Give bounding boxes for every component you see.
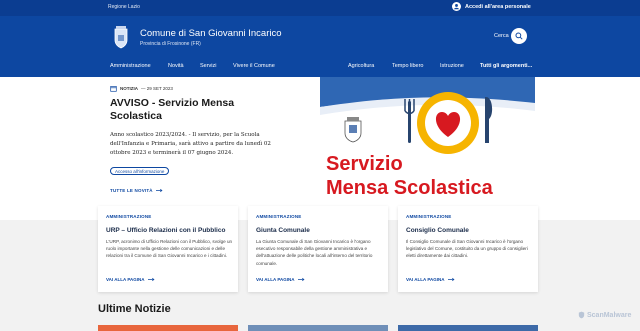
news-image[interactable]: Servizio Mensa Scolastica [320,77,535,200]
news-category: NOTIZIA [120,86,138,91]
arrow-right-icon [147,277,155,282]
card-title[interactable]: URP – Ufficio Relazioni con il Pubblico [106,227,225,234]
card-title[interactable]: Giunta Comunale [256,227,310,234]
all-news-link[interactable]: TUTTE LE NOVITÀ [110,188,163,193]
nav-all-topics[interactable]: Tutti gli argomenti... [480,63,532,69]
card-link-label: VAI ALLA PAGINA [106,277,145,282]
arrow-right-icon [155,188,163,193]
nav-tempo-libero[interactable]: Tempo libero [392,63,424,69]
news-thumbnail[interactable] [248,325,388,331]
nav-vivere-il-comune[interactable]: Vivere il Comune [233,63,275,69]
search-label: Cerca [494,33,509,39]
arrow-right-icon [297,277,305,282]
login-button[interactable]: Accedi all'area personale [452,2,531,11]
crest-icon [344,117,362,143]
login-label: Accedi all'area personale [465,3,531,10]
news-date: — 29 SET 2023 [141,86,173,91]
image-text-line1: Servizio [326,153,403,175]
card-category: AMMINISTRAZIONE [106,214,152,219]
news-thumbnail[interactable] [398,325,538,331]
nav-istruzione[interactable]: Istruzione [440,63,464,69]
search-button[interactable] [511,28,527,44]
card-link[interactable]: VAI ALLA PAGINA [256,277,305,282]
nav-agricoltura[interactable]: Agricoltura [348,63,374,69]
card-link[interactable]: VAI ALLA PAGINA [406,277,455,282]
card-text: L'URP, acronimo di Ufficio Relazioni con… [106,239,233,259]
card-text: Il Consiglio Comunale di San Giovanni In… [406,239,528,259]
site-subtitle: Provincia di Frosinone (FR) [140,41,201,47]
nav-amministrazione[interactable]: Amministrazione [110,63,151,69]
topic-chip[interactable]: Accesso all'informazione [110,167,170,175]
watermark-text: ScanMalware [587,311,632,319]
top-bar: Regione Lazio Accedi all'area personale [0,0,640,16]
news-thumbnail[interactable] [98,325,238,331]
shield-icon [578,311,585,319]
card-title[interactable]: Consiglio Comunale [406,227,469,234]
news-description: Anno scolastico 2023/2024. - Il servizio… [110,132,271,156]
card-category: AMMINISTRAZIONE [406,214,452,219]
latest-news-heading: Ultime Notizie [98,303,171,315]
card-text: La Giunta Comunale di San Giovanni Incar… [256,239,373,266]
news-badge: NOTIZIA — 29 SET 2023 [110,85,173,92]
site-header: Comune di San Giovanni Incarico Provinci… [0,16,640,77]
calendar-icon [110,86,117,92]
watermark: ScanMalware [578,311,631,319]
site-title[interactable]: Comune di San Giovanni Incarico [140,28,282,39]
card-urp[interactable]: AMMINISTRAZIONE URP – Ufficio Relazioni … [98,206,238,292]
image-text-line2: Mensa Scolastica [326,177,494,199]
municipality-crest-logo[interactable] [112,25,130,49]
card-consiglio[interactable]: AMMINISTRAZIONE Consiglio Comunale Il Co… [398,206,538,292]
card-link-label: VAI ALLA PAGINA [406,277,445,282]
news-title[interactable]: AVVISO - Servizio Mensa Scolastica [110,97,280,123]
user-icon [452,2,461,11]
card-link-label: VAI ALLA PAGINA [256,277,295,282]
nav-servizi[interactable]: Servizi [200,63,217,69]
card-category: AMMINISTRAZIONE [256,214,302,219]
arrow-right-icon [447,277,455,282]
all-news-label: TUTTE LE NOVITÀ [110,188,153,193]
nav-novita[interactable]: Novità [168,63,184,69]
search-icon [515,32,523,40]
card-link[interactable]: VAI ALLA PAGINA [106,277,155,282]
card-giunta[interactable]: AMMINISTRAZIONE Giunta Comunale La Giunt… [248,206,388,292]
region-link[interactable]: Regione Lazio [108,4,140,10]
